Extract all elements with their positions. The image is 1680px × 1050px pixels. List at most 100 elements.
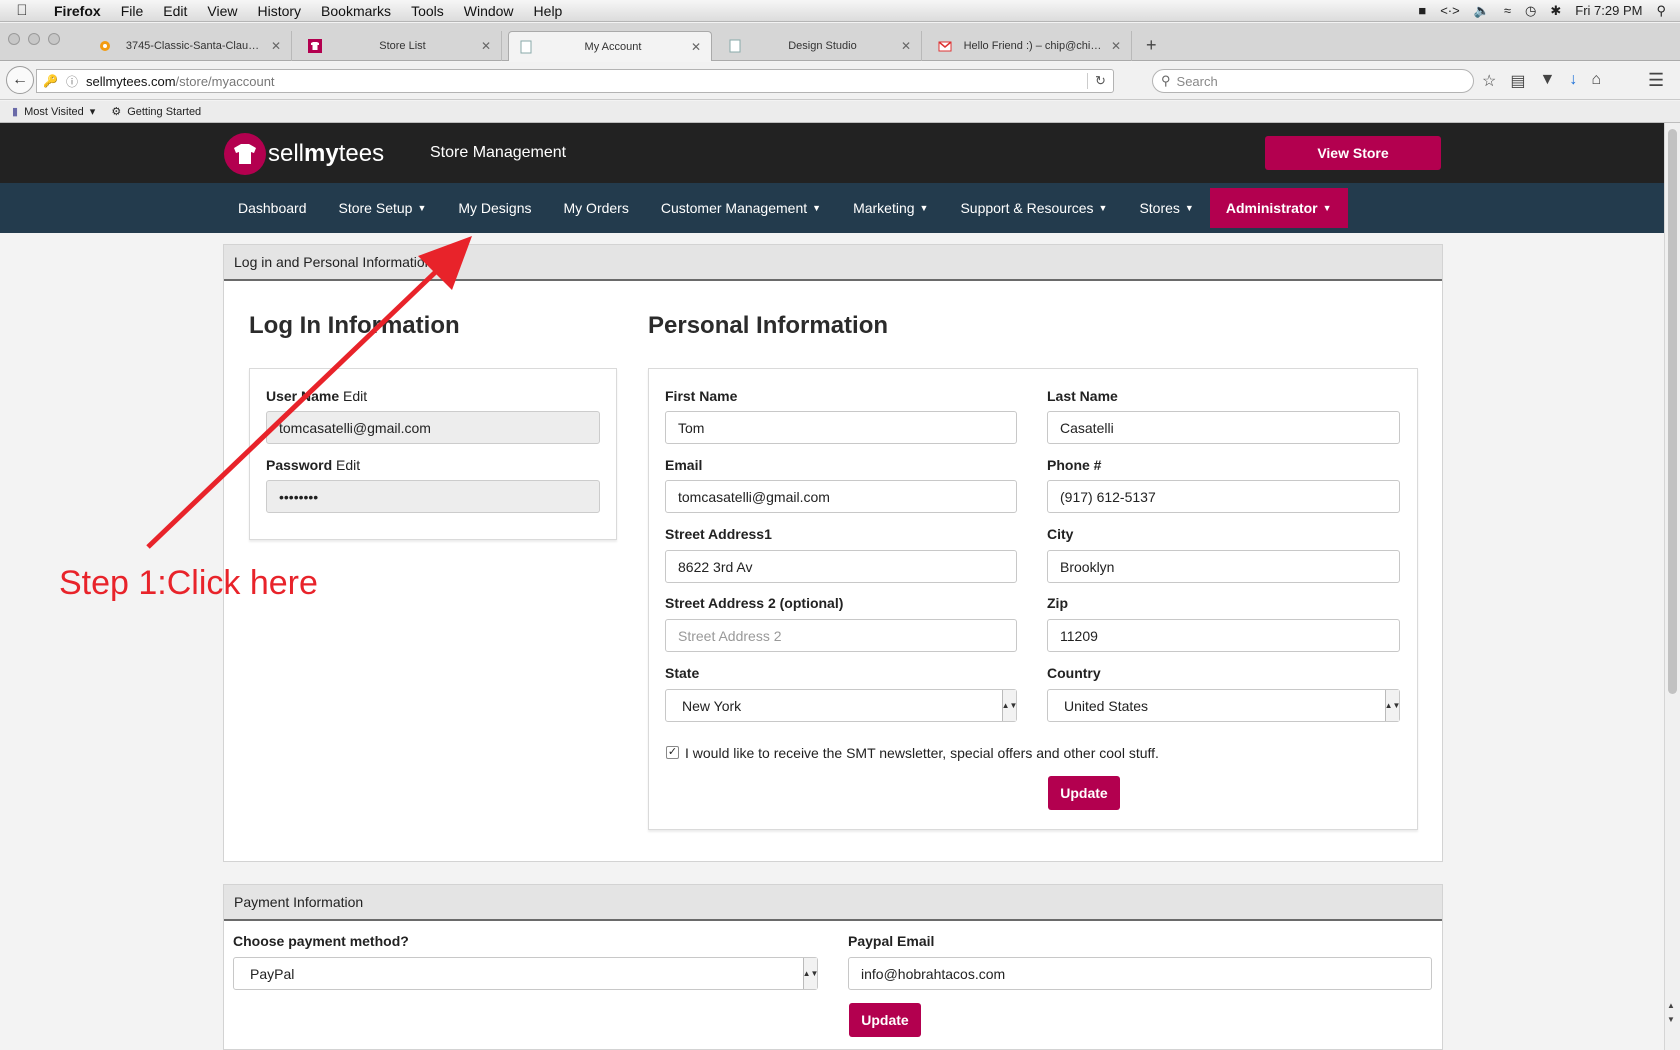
city-field[interactable]: Brooklyn xyxy=(1047,550,1400,583)
tab-my-account[interactable]: My Account ✕ xyxy=(508,31,712,61)
payment-method-select[interactable]: PayPal ▲▼ xyxy=(233,957,818,990)
reading-list-icon[interactable]: ▤ xyxy=(1510,71,1525,91)
page-scrollbar[interactable]: ▲ ▼ xyxy=(1664,123,1680,1050)
nav-my-designs[interactable]: My Designs xyxy=(442,183,547,233)
first-name-value: Tom xyxy=(678,419,705,436)
close-tab-icon[interactable]: ✕ xyxy=(901,39,911,53)
dropbox-icon[interactable]: ■ xyxy=(1418,3,1426,18)
first-name-field[interactable]: Tom xyxy=(665,411,1017,444)
tab-title: 3745-Classic-Santa-Clau… xyxy=(125,40,260,52)
nav-label: Stores xyxy=(1139,200,1180,216)
bookmark-star-icon[interactable]: ☆ xyxy=(1482,71,1496,91)
info-icon[interactable]: ⓘ xyxy=(66,73,78,90)
last-name-label: Last Name xyxy=(1047,388,1118,404)
payment-method-label: Choose payment method? xyxy=(233,933,409,949)
window-controls xyxy=(8,33,60,45)
close-tab-icon[interactable]: ✕ xyxy=(481,39,491,53)
view-store-button[interactable]: View Store xyxy=(1265,136,1441,170)
menu-help[interactable]: Help xyxy=(524,3,573,19)
tab-design-studio[interactable]: Design Studio ✕ xyxy=(718,31,922,61)
nav-my-orders[interactable]: My Orders xyxy=(548,183,645,233)
payment-method-value: PayPal xyxy=(250,965,295,982)
tab-store-list[interactable]: Store List ✕ xyxy=(298,31,502,61)
minimize-window-button[interactable] xyxy=(28,33,40,45)
username-edit-link[interactable]: Edit xyxy=(343,388,367,404)
menu-tools[interactable]: Tools xyxy=(401,3,454,19)
menu-bookmarks[interactable]: Bookmarks xyxy=(311,3,401,19)
zoom-window-button[interactable] xyxy=(48,33,60,45)
scroll-up-icon[interactable]: ▲ xyxy=(1667,1001,1675,1010)
menu-window[interactable]: Window xyxy=(454,3,524,19)
zip-field[interactable]: 11209 xyxy=(1047,619,1400,652)
menu-history[interactable]: History xyxy=(247,3,311,19)
nav-stores[interactable]: Stores ▼ xyxy=(1123,183,1209,233)
tab-gmail[interactable]: Hello Friend :) – chip@chi… ✕ xyxy=(928,31,1132,61)
volume-icon[interactable]: 🔈 xyxy=(1474,3,1490,19)
home-icon[interactable]: ⌂ xyxy=(1591,71,1601,91)
nav-store-setup[interactable]: Store Setup ▼ xyxy=(323,183,443,233)
url-bar[interactable]: 🔑 ⓘ sellmytees.com/store/myaccount ↻ xyxy=(36,69,1114,93)
apple-icon[interactable]:  xyxy=(0,2,44,19)
nav-customer-management[interactable]: Customer Management ▼ xyxy=(645,183,837,233)
pocket-icon[interactable]: ▼ xyxy=(1539,71,1555,91)
menubar-clock[interactable]: Fri 7:29 PM xyxy=(1575,3,1642,18)
nav-label: My Orders xyxy=(563,200,629,216)
site-header: sell my tees Store Management View Store xyxy=(0,123,1664,183)
username-field: tomcasatelli@gmail.com xyxy=(266,411,600,444)
back-arrow-icon[interactable]: ← xyxy=(6,66,34,94)
menu-hamburger-icon[interactable]: ☰ xyxy=(1648,70,1664,91)
country-value: United States xyxy=(1064,697,1149,714)
bluetooth-icon[interactable]: ✱ xyxy=(1550,3,1561,19)
key-icon[interactable]: 🔑 xyxy=(43,74,58,88)
email-label: Email xyxy=(665,457,703,473)
shirt-favicon-icon xyxy=(308,39,322,53)
country-select[interactable]: United States ▲▼ xyxy=(1047,689,1400,722)
street1-field[interactable]: 8622 3rd Av xyxy=(665,550,1017,583)
menu-app-firefox[interactable]: Firefox xyxy=(44,3,111,19)
username-value: tomcasatelli@gmail.com xyxy=(279,419,431,436)
bookmark-getting-started[interactable]: ⚙ Getting Started xyxy=(111,105,201,119)
sellmytees-logo[interactable]: sell my tees xyxy=(224,133,384,175)
time-machine-icon[interactable]: ◷ xyxy=(1525,3,1536,19)
nav-marketing[interactable]: Marketing ▼ xyxy=(837,183,944,233)
paypal-email-field[interactable]: info@hobrahtacos.com xyxy=(848,957,1432,990)
newsletter-checkbox[interactable]: ✓ xyxy=(666,746,679,759)
last-name-field[interactable]: Casatelli xyxy=(1047,411,1400,444)
menu-edit[interactable]: Edit xyxy=(153,3,197,19)
menu-view[interactable]: View xyxy=(197,3,247,19)
phone-field[interactable]: (917) 612-5137 xyxy=(1047,480,1400,513)
tab-title: Store List xyxy=(379,40,426,52)
update-payment-button[interactable]: Update xyxy=(849,1003,921,1037)
close-tab-icon[interactable]: ✕ xyxy=(271,39,281,53)
download-icon[interactable]: ↓ xyxy=(1569,71,1577,91)
nav-support-resources[interactable]: Support & Resources ▼ xyxy=(944,183,1123,233)
menu-file[interactable]: File xyxy=(111,3,154,19)
spotlight-icon[interactable]: ⚲ xyxy=(1656,3,1666,19)
reload-icon[interactable]: ↻ xyxy=(1087,73,1113,89)
nav-label: Dashboard xyxy=(238,200,307,216)
tab-title: Hello Friend :) – chip@chi… xyxy=(963,40,1102,52)
dev-tools-icon[interactable]: <·> xyxy=(1440,3,1460,18)
tab-santa[interactable]: 3745-Classic-Santa-Clau… ✕ xyxy=(88,31,292,61)
scrollbar-thumb[interactable] xyxy=(1668,129,1677,694)
close-tab-icon[interactable]: ✕ xyxy=(1111,39,1121,53)
update-personal-button[interactable]: Update xyxy=(1048,776,1120,810)
nav-label: Administrator xyxy=(1225,200,1318,216)
scroll-down-icon[interactable]: ▼ xyxy=(1667,1015,1675,1024)
search-input[interactable]: ⚲ Search xyxy=(1152,69,1474,93)
new-tab-icon[interactable]: + xyxy=(1146,35,1157,56)
gear-icon: ⚙ xyxy=(111,106,122,118)
street2-field[interactable]: Street Address 2 xyxy=(665,619,1017,652)
state-select[interactable]: New York ▲▼ xyxy=(665,689,1017,722)
email-field[interactable]: tomcasatelli@gmail.com xyxy=(665,480,1017,513)
bookmark-most-visited[interactable]: ▮ Most Visited ▾ xyxy=(12,105,95,119)
nav-administrator[interactable]: Administrator ▼ xyxy=(1209,188,1348,228)
password-edit-link[interactable]: Edit xyxy=(336,457,360,473)
close-tab-icon[interactable]: ✕ xyxy=(691,40,701,54)
gmail-favicon-icon xyxy=(938,41,952,52)
wifi-icon[interactable]: ≈ xyxy=(1504,3,1511,18)
zip-value: 11209 xyxy=(1060,627,1098,644)
panel-heading: Log in and Personal Information xyxy=(224,245,1442,281)
nav-dashboard[interactable]: Dashboard xyxy=(222,183,323,233)
close-window-button[interactable] xyxy=(8,33,20,45)
